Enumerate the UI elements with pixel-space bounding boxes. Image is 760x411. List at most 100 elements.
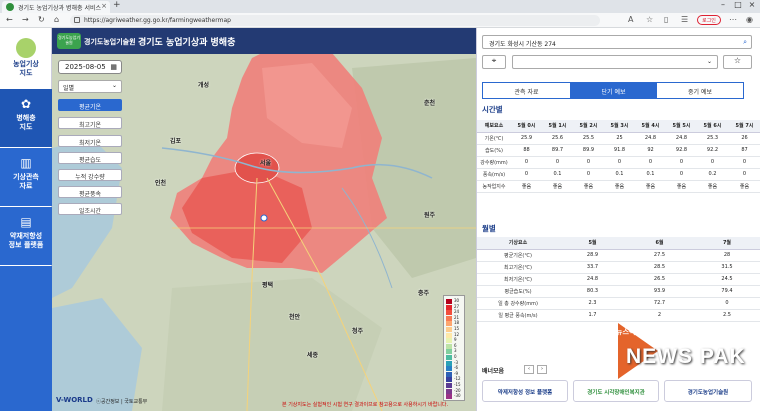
new-tab-icon[interactable]: + [113,0,121,10]
table-cell: 33.7 [559,261,626,274]
monthly-section-title: 월별 [482,224,496,233]
banner-next-button[interactable]: › [537,365,547,374]
nav-item-observation-data[interactable]: ▥ 기상관측 자료 [0,148,52,206]
table-header-row: 예보요소 5월 0시 5월 1시 5월 2시 5월 3시 5월 4시 5월 5시 5월 6시 5… [477,120,760,133]
browser-tab[interactable]: 경기도 농업기상과 병해충 서비스 × [2,1,110,13]
legend-label: -9 [454,370,458,376]
favorites-icon[interactable]: ☰ [681,15,688,24]
forward-icon[interactable]: → [22,15,29,24]
legend-swatch [446,377,452,383]
table-cell: 0 [728,168,760,181]
table-cell: 28.5 [626,261,693,274]
home-icon[interactable]: ⌂ [54,15,59,24]
place-label: 천안 [289,314,301,321]
table-cell: 최고기온(℃) [477,261,559,274]
logo-label: 농업기상 지도 [0,60,52,78]
read-aloud-icon[interactable]: A [628,15,633,24]
legend-swatch [446,360,452,366]
profile-button[interactable]: 로그인 [697,15,721,25]
weather-map[interactable]: 경기도농업기술원 경기도농업기술원 경기도 농업기상과 병해충 2025-08-… [52,28,476,411]
minimize-icon[interactable]: – [716,0,730,9]
variable-button-wind[interactable]: 평균풍속 [58,186,122,198]
column-header: 5월 1시 [542,120,573,133]
menu-dots-icon[interactable]: ⋯ [729,15,737,24]
table-cell: 좋음 [511,180,542,193]
table-cell: 87 [728,144,760,157]
chevron-down-icon: ⌄ [706,58,712,65]
legend-label: 0 [454,354,457,359]
url-text: https://agriweather.gg.go.kr/farmingweat… [84,17,231,24]
nav-home-logo[interactable]: 농업기상 지도 [0,28,52,89]
legend-label: -3 [454,359,458,365]
back-icon[interactable]: ← [6,15,13,24]
calendar-icon[interactable]: ▦ [110,63,117,71]
nav-item-pest-map[interactable]: ✿ 병해충 지도 [0,89,52,147]
bug-icon: ✿ [20,97,32,111]
legend-label: 30 [454,298,460,303]
location-select[interactable]: ⌄ [512,55,718,69]
place-label: 세종 [307,352,319,359]
tab-short-term[interactable]: 단기 예보 [570,83,657,98]
column-header: 5월 [559,237,626,250]
tab-observation[interactable]: 관측 자료 [483,83,570,98]
variable-button-sunshine[interactable]: 일조시간 [58,203,122,215]
maximize-icon[interactable]: □ [731,0,745,9]
table-row: 일 총 강수량(mm) 2.3 72.7 0 [477,297,760,310]
legend-label: 24 [454,309,460,315]
banner-resistance-platform[interactable]: 약제저항성 정보 플랫폼 [482,380,568,402]
reload-icon[interactable]: ↻ [38,15,45,24]
banner-section-title: 배너모음 [482,368,505,375]
tab-close-icon[interactable]: × [101,2,107,10]
period-select[interactable]: 일별 ⌄ [58,80,122,93]
banner-welfare-center[interactable]: 경기도 시각장애인복지관 [573,380,659,402]
address-search-value: 경기도 화성시 기산동 274 [489,41,556,48]
table-cell: 72.7 [626,297,693,310]
variable-button-precip[interactable]: 누적 강수량 [58,169,122,181]
legend-swatch [446,315,452,321]
variable-button-avg-temp[interactable]: 평균기온 [58,99,122,111]
window-close-icon[interactable]: × [745,0,759,9]
watermark-small-text: 뉴스팩 [616,328,636,336]
legend-label: 15 [454,326,460,331]
legend-swatch [446,371,452,377]
table-cell: 좋음 [542,180,573,193]
table-cell: 1.7 [559,309,626,322]
copilot-icon[interactable]: ◉ [746,15,753,24]
table-cell: 농작업지수 [477,180,511,193]
variable-button-max-temp[interactable]: 최고기온 [58,117,122,129]
date-picker[interactable]: 2025-08-05 ▦ [58,60,122,74]
column-header: 5월 2시 [573,120,604,133]
agency-name: 경기도농업기술원 [84,38,136,46]
variable-button-avg-humidity[interactable]: 평균습도 [58,152,122,164]
place-label: 춘천 [424,100,436,107]
variable-button-min-temp[interactable]: 최저기온 [58,135,122,147]
banner-prev-button[interactable]: ‹ [524,365,534,374]
legend-swatch [446,366,452,372]
table-cell: 0 [666,168,697,181]
table-cell: 31.5 [693,261,760,274]
table-cell: 0.1 [542,168,573,181]
table-cell: 평균기온(℃) [477,249,559,262]
legend-label: 27 [454,303,460,309]
table-cell: 89.7 [542,144,573,157]
crosshair-icon: ⌖ [491,56,497,65]
split-screen-icon[interactable]: ▯ [664,15,668,24]
table-cell: 0 [573,168,604,181]
nav-item-resistance-platform[interactable]: ▤ 약재저항성 정보 플랫폼 [0,207,52,265]
search-icon[interactable]: ⌕ [743,38,747,47]
bookmark-button[interactable]: ☆ [723,55,752,69]
table-row: 풍속(m/s) 0 0.1 0 0.1 0.1 0 0.2 0 [477,168,760,181]
table-cell: 93.9 [626,285,693,298]
table-cell: 0 [635,156,666,169]
legend-swatch [446,355,452,360]
url-field[interactable]: https://agriweather.gg.go.kr/farmingweat… [70,15,600,26]
tab-mid-term[interactable]: 중기 예보 [657,83,743,98]
current-location-button[interactable]: ⌖ [482,55,506,69]
forecast-tabs: 관측 자료 단기 예보 중기 예보 [482,82,744,99]
banner-agri-institute[interactable]: 경기도농업기술원 [664,380,752,402]
favorite-star-icon[interactable]: ☆ [646,15,653,24]
address-search-input[interactable]: 경기도 화성시 기산동 274 ⌕ [482,35,752,49]
star-icon: ☆ [733,56,742,65]
table-cell: 24.8 [635,132,666,145]
table-row: 평균습도(%) 80.3 93.9 79.4 [477,285,760,298]
